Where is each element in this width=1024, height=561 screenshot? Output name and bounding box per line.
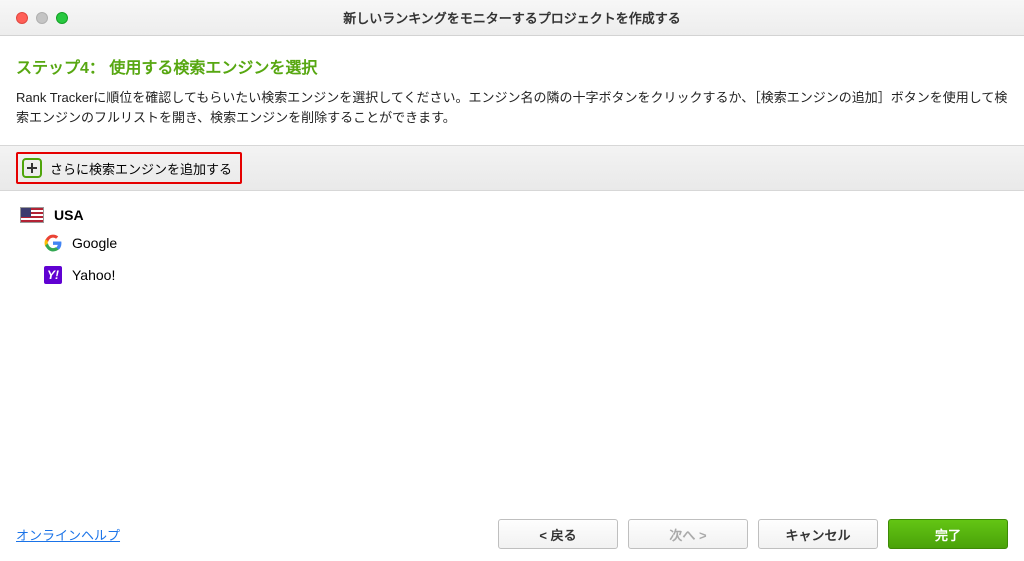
engine-name: Yahoo! [72, 267, 115, 283]
window-title: 新しいランキングをモニターするプロジェクトを作成する [0, 8, 1024, 27]
step-description: Rank Trackerに順位を確認してもらいたい検索エンジンを選択してください… [16, 88, 1008, 127]
step-title: ステップ4： 使用する検索エンジンを選択 [16, 54, 1008, 78]
finish-button[interactable]: 完了 [888, 519, 1008, 549]
engine-item-yahoo[interactable]: Y! Yahoo! [20, 259, 1008, 291]
engine-list: USA Google Y! Yahoo! [16, 191, 1008, 291]
wizard-content: ステップ4： 使用する検索エンジンを選択 Rank Trackerに順位を確認し… [0, 36, 1024, 291]
country-name: USA [54, 207, 84, 223]
close-icon[interactable] [16, 12, 28, 24]
wizard-footer: オンラインヘルプ < 戻る 次へ > キャンセル 完了 [0, 519, 1024, 549]
next-button: 次へ > [628, 519, 748, 549]
window-titlebar: 新しいランキングをモニターするプロジェクトを作成する [0, 0, 1024, 36]
engine-name: Google [72, 235, 117, 251]
cancel-button[interactable]: キャンセル [758, 519, 878, 549]
google-icon [44, 234, 62, 252]
flag-us-icon [20, 207, 44, 223]
minimize-icon[interactable] [36, 12, 48, 24]
plus-icon [22, 158, 42, 178]
window-controls [16, 12, 68, 24]
country-row: USA [20, 203, 1008, 227]
toolbar: さらに検索エンジンを追加する [0, 145, 1024, 191]
help-link[interactable]: オンラインヘルプ [16, 525, 120, 544]
engine-item-google[interactable]: Google [20, 227, 1008, 259]
yahoo-icon: Y! [44, 266, 62, 284]
back-button[interactable]: < 戻る [498, 519, 618, 549]
add-engine-label: さらに検索エンジンを追加する [50, 159, 232, 178]
add-engine-button[interactable]: さらに検索エンジンを追加する [16, 152, 242, 184]
maximize-icon[interactable] [56, 12, 68, 24]
